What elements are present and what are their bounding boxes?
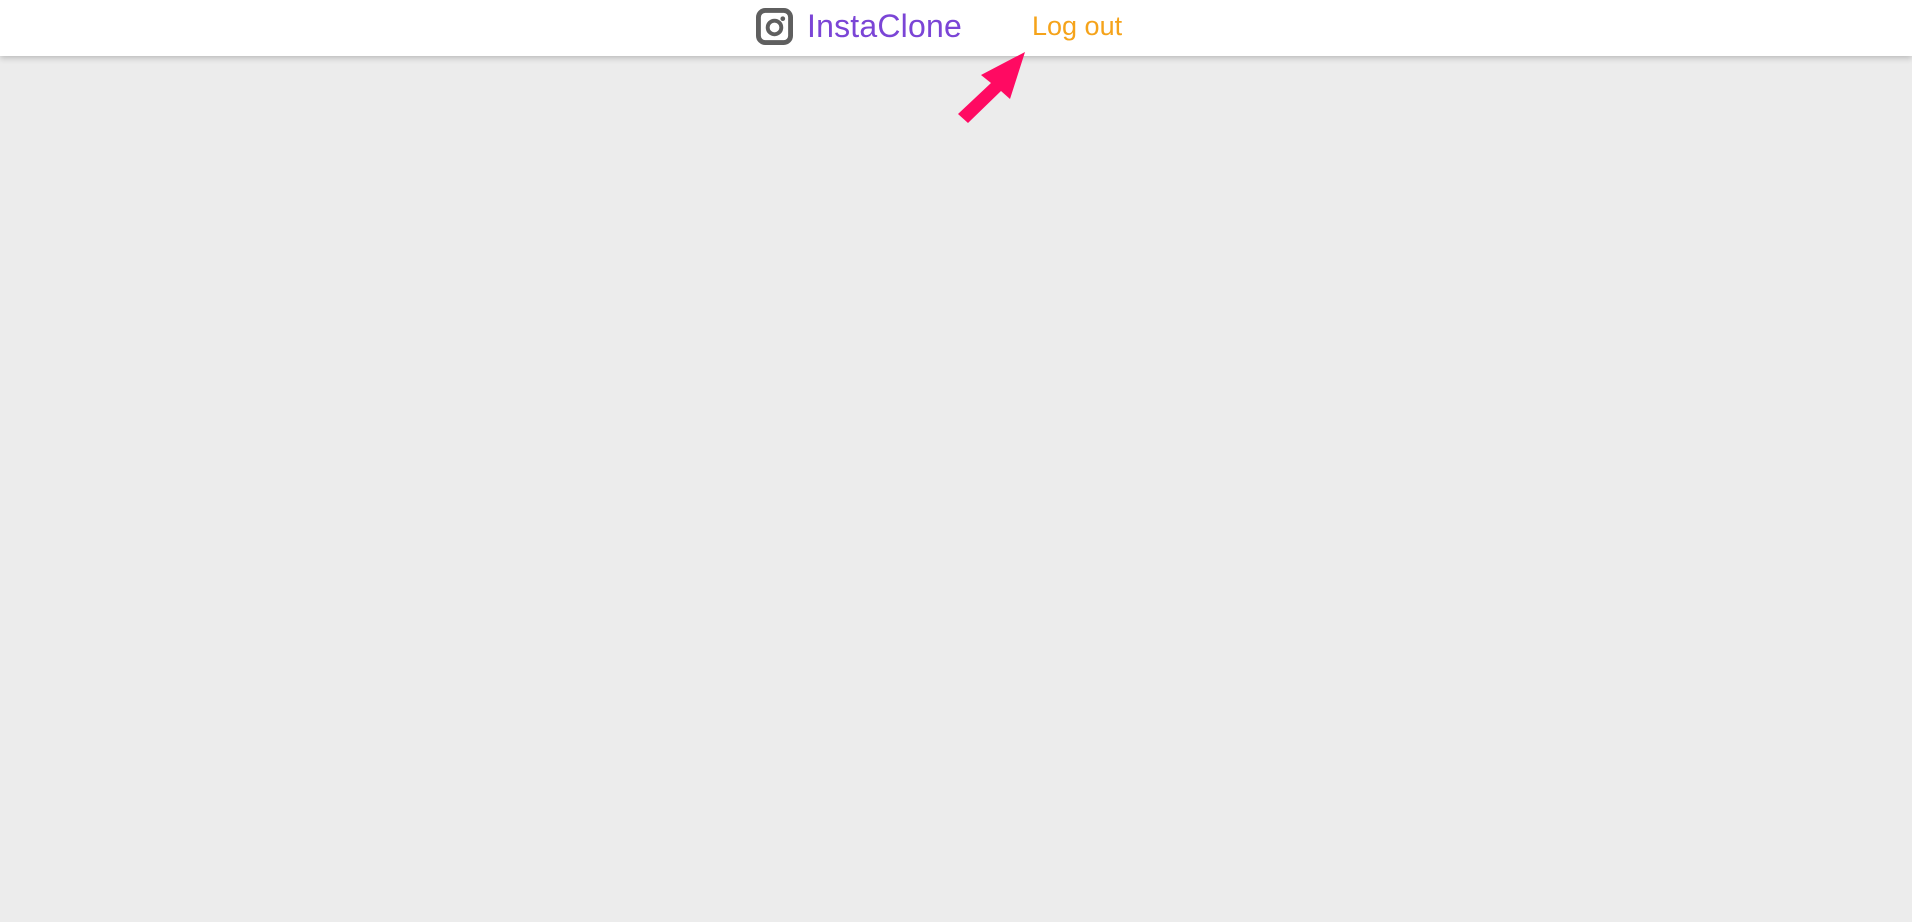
- brand-name: InstaClone: [807, 8, 962, 44]
- logout-link[interactable]: Log out: [1032, 0, 1122, 52]
- app-page: InstaClone Log out: [0, 0, 1912, 922]
- instagram-icon: [756, 7, 793, 45]
- brand-home-link[interactable]: InstaClone: [756, 0, 962, 52]
- top-navbar: InstaClone Log out: [0, 0, 1912, 56]
- main-content-area: [0, 56, 1912, 922]
